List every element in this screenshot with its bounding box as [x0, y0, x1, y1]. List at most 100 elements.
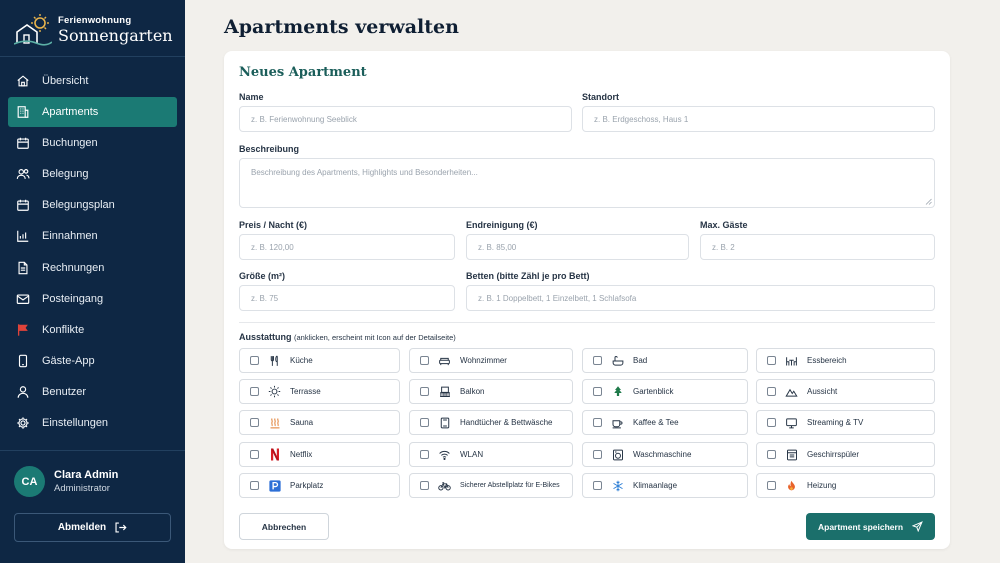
- amenity-kueche[interactable]: Küche: [239, 348, 400, 373]
- amenity-waschmaschine[interactable]: Waschmaschine: [582, 442, 748, 467]
- sidebar-item-belegungsplan[interactable]: Belegungsplan: [8, 190, 177, 220]
- amenity-label: Sauna: [290, 418, 314, 427]
- guests-label: Max. Gäste: [700, 220, 748, 230]
- checkbox[interactable]: [420, 387, 429, 396]
- checkbox[interactable]: [420, 418, 429, 427]
- description-label: Beschreibung: [239, 144, 300, 154]
- checkbox[interactable]: [767, 450, 776, 459]
- amenity-bad[interactable]: Bad: [582, 348, 748, 373]
- logout-button[interactable]: Abmelden: [14, 513, 171, 542]
- logout-label: Abmelden: [57, 522, 107, 533]
- sidebar-item-posteingang[interactable]: Posteingang: [8, 284, 177, 314]
- amenity-label: Aussicht: [807, 387, 838, 396]
- sidebar-item-gaeste-app[interactable]: Gäste-App: [8, 346, 177, 376]
- checkbox[interactable]: [767, 387, 776, 396]
- checkbox[interactable]: [250, 450, 259, 459]
- amenity-gartenblick[interactable]: Gartenblick: [582, 379, 748, 404]
- location-input[interactable]: z. B. Erdgeschoss, Haus 1: [582, 106, 935, 132]
- sidebar-item-konflikte[interactable]: Konflikte: [8, 315, 177, 345]
- amenity-label: Geschirrspüler: [807, 450, 860, 459]
- save-apartment-button[interactable]: Apartment speichern: [806, 513, 935, 540]
- amenity-wohnzimmer[interactable]: Wohnzimmer: [409, 348, 573, 373]
- checkbox[interactable]: [420, 450, 429, 459]
- sidebar-item-uebersicht[interactable]: Übersicht: [8, 66, 177, 96]
- resize-handle-icon[interactable]: [925, 198, 932, 205]
- name-input[interactable]: z. B. Ferienwohnung Seeblick: [239, 106, 572, 132]
- sauna-icon: [270, 417, 279, 428]
- cleaning-input[interactable]: z. B. 85,00: [466, 234, 689, 260]
- amenity-label: Gartenblick: [633, 387, 674, 396]
- amenity-handtuecher[interactable]: Handtücher & Bettwäsche: [409, 410, 573, 435]
- checkbox[interactable]: [593, 481, 602, 490]
- checkbox[interactable]: [250, 356, 259, 365]
- checkbox[interactable]: [250, 418, 259, 427]
- price-input[interactable]: z. B. 120,00: [239, 234, 455, 260]
- amenity-label: Streaming & TV: [807, 418, 864, 427]
- amenity-balkon[interactable]: Balkon: [409, 379, 573, 404]
- guests-input[interactable]: z. B. 2: [700, 234, 935, 260]
- checkbox[interactable]: [593, 418, 602, 427]
- checkbox[interactable]: [420, 481, 429, 490]
- description-textarea[interactable]: Beschreibung des Apartments, Highlights …: [239, 158, 935, 208]
- checkbox[interactable]: [250, 387, 259, 396]
- amenity-e-bike-abstellplatz[interactable]: Sicherer Abstellplatz für E-Bikes: [409, 473, 573, 498]
- mountain-icon: [785, 388, 798, 397]
- sidebar-item-einstellungen[interactable]: Einstellungen: [8, 408, 177, 438]
- sidebar-item-label: Rechnungen: [42, 261, 105, 274]
- sidebar-item-benutzer[interactable]: Benutzer: [8, 377, 177, 407]
- size-label: Größe (m²): [239, 271, 285, 281]
- amenity-streaming-tv[interactable]: Streaming & TV: [756, 410, 935, 435]
- amenity-essbereich[interactable]: Essbereich: [756, 348, 935, 373]
- document-icon: [18, 261, 28, 274]
- sidebar-item-label: Gäste-App: [42, 354, 95, 367]
- checkbox[interactable]: [767, 481, 776, 490]
- amenity-parkplatz[interactable]: Parkplatz: [239, 473, 400, 498]
- sidebar-item-rechnungen[interactable]: Rechnungen: [8, 253, 177, 283]
- amenity-label: Wohnzimmer: [460, 356, 507, 365]
- checkbox[interactable]: [593, 450, 602, 459]
- chart-icon: [17, 231, 29, 243]
- user-icon: [17, 386, 29, 398]
- sofa-icon: [439, 357, 450, 365]
- phone-icon: [18, 354, 28, 368]
- checkbox[interactable]: [593, 356, 602, 365]
- mail-icon: [16, 294, 30, 304]
- user-name: Clara Admin: [54, 468, 119, 481]
- beds-input[interactable]: z. B. 1 Doppelbett, 1 Einzelbett, 1 Schl…: [466, 285, 935, 311]
- amenity-terrasse[interactable]: Terrasse: [239, 379, 400, 404]
- form-divider: [239, 322, 935, 323]
- amenity-aussicht[interactable]: Aussicht: [756, 379, 935, 404]
- amenity-label: Terrasse: [290, 387, 321, 396]
- amenity-sauna[interactable]: Sauna: [239, 410, 400, 435]
- checkbox[interactable]: [767, 418, 776, 427]
- bath-icon: [612, 355, 623, 366]
- checkbox[interactable]: [250, 481, 259, 490]
- user-profile[interactable]: CA Clara Admin Administrator: [14, 466, 118, 497]
- tree-icon: [613, 386, 622, 396]
- sidebar-nav: Übersicht Apartments Buchungen Belegung …: [8, 66, 177, 439]
- size-input[interactable]: z. B. 75: [239, 285, 455, 311]
- amenity-heizung[interactable]: Heizung: [756, 473, 935, 498]
- amenity-netflix[interactable]: Netflix: [239, 442, 400, 467]
- amenities-hint: (anklicken, erscheint mit Icon auf der D…: [294, 333, 456, 342]
- brand-logo[interactable]: Ferienwohnung Sonnengarten: [14, 10, 173, 50]
- amenity-klimaanlage[interactable]: Klimaanlage: [582, 473, 748, 498]
- location-placeholder: z. B. Erdgeschoss, Haus 1: [594, 114, 689, 124]
- sidebar-item-buchungen[interactable]: Buchungen: [8, 128, 177, 158]
- brand-small-text: Ferienwohnung: [58, 15, 132, 26]
- name-label: Name: [239, 92, 264, 102]
- checkbox[interactable]: [767, 356, 776, 365]
- page-title: Apartments verwalten: [224, 16, 459, 38]
- amenity-kaffee-tee[interactable]: Kaffee & Tee: [582, 410, 748, 435]
- amenity-wlan[interactable]: WLAN: [409, 442, 573, 467]
- sidebar-item-label: Konflikte: [42, 323, 85, 336]
- building-icon: [17, 106, 29, 118]
- cancel-button[interactable]: Abbrechen: [239, 513, 329, 540]
- guests-placeholder: z. B. 2: [712, 242, 735, 252]
- amenity-geschirrspueler[interactable]: Geschirrspüler: [756, 442, 935, 467]
- checkbox[interactable]: [593, 387, 602, 396]
- sidebar-item-einnahmen[interactable]: Einnahmen: [8, 221, 177, 251]
- checkbox[interactable]: [420, 356, 429, 365]
- sidebar-item-apartments[interactable]: Apartments: [8, 97, 177, 128]
- sidebar-item-belegung[interactable]: Belegung: [8, 159, 177, 189]
